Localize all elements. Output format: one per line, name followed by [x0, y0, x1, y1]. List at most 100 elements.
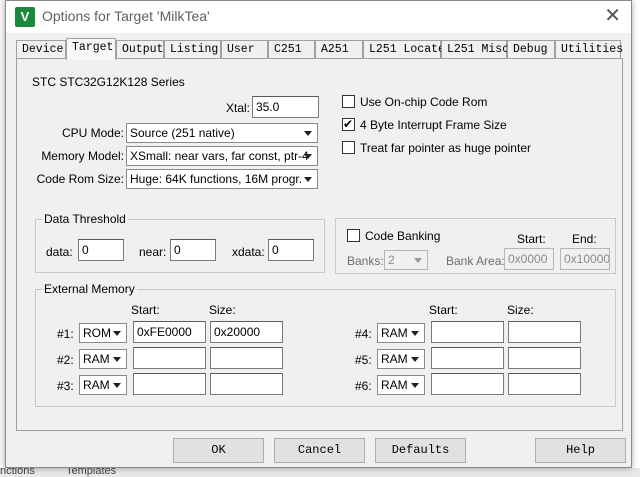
tab-utilities[interactable]: Utilities: [555, 40, 623, 59]
ext-type-value-5: RAM: [381, 352, 408, 366]
use-onchip-rom-label: Use On-chip Code Rom: [360, 95, 488, 109]
ext-start-input-2[interactable]: [133, 347, 206, 369]
ext-size-input-6[interactable]: [508, 373, 581, 395]
ext-row-label-6: #6:: [355, 379, 372, 393]
banks-value: 2: [388, 253, 395, 267]
chevron-down-icon: [411, 253, 425, 267]
banks-label: Banks:: [347, 254, 384, 268]
ext-type-select-3[interactable]: RAM: [79, 375, 127, 395]
ext-type-select-5[interactable]: RAM: [377, 349, 425, 369]
xtal-input[interactable]: 35.0: [252, 96, 319, 118]
tab-listing[interactable]: Listing: [164, 40, 221, 59]
data-input[interactable]: 0: [78, 239, 124, 261]
external-memory-group: External Memory Start: Size: Start: Size…: [35, 282, 616, 407]
ext-type-select-2[interactable]: RAM: [79, 349, 127, 369]
ext-size-input-4[interactable]: [508, 321, 581, 343]
cpu-mode-select[interactable]: Source (251 native): [126, 123, 318, 143]
interrupt-frame-label: 4 Byte Interrupt Frame Size: [360, 118, 507, 132]
ext-start-header-left: Start:: [131, 303, 160, 317]
xtal-label: Xtal:: [225, 101, 250, 115]
chevron-down-icon: [301, 149, 315, 163]
ext-start-input-1[interactable]: 0xFE0000: [133, 321, 206, 343]
tab-user[interactable]: User: [221, 40, 268, 59]
ext-type-select-4[interactable]: RAM: [377, 323, 425, 343]
chevron-down-icon: [110, 326, 124, 340]
chevron-down-icon: [110, 352, 124, 366]
window-title: Options for Target 'MilkTea': [42, 8, 210, 24]
cpu-mode-value: Source (251 native): [130, 126, 235, 140]
tab-device[interactable]: Device: [16, 40, 66, 59]
ext-size-input-2[interactable]: [210, 347, 283, 369]
chevron-down-icon: [408, 378, 422, 392]
ext-size-input-5[interactable]: [508, 347, 581, 369]
tab-l251-locate[interactable]: L251 Locate: [363, 40, 445, 59]
ok-button[interactable]: OK: [173, 438, 264, 463]
tab-a251[interactable]: A251: [315, 40, 363, 59]
code-rom-size-value: Huge: 64K functions, 16M progr.: [130, 172, 303, 186]
title-bar: V Options for Target 'MilkTea' ✕: [6, 1, 631, 33]
use-onchip-rom-checkbox[interactable]: [342, 95, 355, 108]
ext-start-header-right: Start:: [429, 303, 458, 317]
background-editor-strip: [632, 0, 640, 477]
ext-row-label-1: #1:: [57, 327, 74, 341]
tab-debug[interactable]: Debug: [507, 40, 555, 59]
external-memory-legend: External Memory: [42, 282, 137, 296]
memory-model-value: XSmall: near vars, far const, ptr-4: [130, 149, 309, 163]
background-tab-functions: nctions: [0, 468, 35, 477]
cpu-mode-label: CPU Mode:: [61, 126, 124, 140]
banks-select[interactable]: 2: [384, 250, 428, 270]
chevron-down-icon: [408, 352, 422, 366]
ext-start-input-6[interactable]: [431, 373, 504, 395]
bank-area-label: Bank Area:: [446, 254, 505, 268]
ext-start-input-4[interactable]: [431, 321, 504, 343]
bank-start-header: Start:: [517, 232, 546, 246]
ext-start-input-5[interactable]: [431, 347, 504, 369]
bank-end-input[interactable]: 0x10000: [560, 248, 610, 270]
target-panel: STC STC32G12K128 Series Xtal: 35.0 CPU M…: [16, 58, 623, 431]
device-name: STC STC32G12K128 Series: [32, 75, 185, 89]
background-tab-templates: Templates: [66, 468, 117, 477]
ext-row-label-4: #4:: [355, 327, 372, 341]
ext-size-input-3[interactable]: [210, 373, 283, 395]
ext-size-input-1[interactable]: 0x20000: [210, 321, 283, 343]
far-pointer-checkbox[interactable]: [342, 141, 355, 154]
bank-end-header: End:: [572, 232, 597, 246]
near-input[interactable]: 0: [170, 239, 216, 261]
background-bottom-tabs: nctions Templates: [0, 468, 640, 477]
ext-size-header-right: Size:: [507, 303, 534, 317]
data-threshold-group: Data Threshold data: 0 near: 0 xdata: 0: [35, 212, 325, 273]
options-dialog: V Options for Target 'MilkTea' ✕ Device …: [5, 0, 632, 468]
chevron-down-icon: [301, 126, 315, 140]
cancel-button[interactable]: Cancel: [274, 438, 365, 463]
code-rom-size-select[interactable]: Huge: 64K functions, 16M progr.: [126, 169, 318, 189]
ext-type-value-3: RAM: [83, 378, 110, 392]
memory-model-select[interactable]: XSmall: near vars, far const, ptr-4: [126, 146, 318, 166]
ext-row-label-5: #5:: [355, 353, 372, 367]
ext-type-select-6[interactable]: RAM: [377, 375, 425, 395]
ext-start-input-3[interactable]: [133, 373, 206, 395]
ext-size-header-left: Size:: [209, 303, 236, 317]
xdata-input[interactable]: 0: [268, 239, 314, 261]
code-banking-checkbox[interactable]: [347, 229, 360, 242]
tab-output[interactable]: Output: [116, 40, 164, 59]
help-button[interactable]: Help: [535, 438, 626, 463]
data-threshold-legend: Data Threshold: [42, 212, 128, 226]
chevron-down-icon: [408, 326, 422, 340]
bank-start-input[interactable]: 0x0000: [504, 248, 554, 270]
code-banking-label: Code Banking: [365, 229, 441, 243]
chevron-down-icon: [301, 172, 315, 186]
close-icon[interactable]: ✕: [604, 4, 621, 28]
ext-type-value-2: RAM: [83, 352, 110, 366]
tab-target[interactable]: Target: [66, 38, 116, 60]
ext-type-select-1[interactable]: ROM: [79, 323, 127, 343]
tab-c251[interactable]: C251: [268, 40, 315, 59]
xdata-label: xdata:: [232, 245, 265, 259]
interrupt-frame-checkbox[interactable]: [342, 116, 355, 132]
ext-type-value-1: ROM: [83, 326, 111, 340]
ext-row-label-3: #3:: [57, 379, 74, 393]
far-pointer-label: Treat far pointer as huge pointer: [360, 141, 531, 155]
data-label: data:: [46, 245, 73, 259]
defaults-button[interactable]: Defaults: [375, 438, 466, 463]
tab-l251-misc[interactable]: L251 Misc: [441, 40, 509, 59]
keil-app-icon: V: [15, 7, 35, 27]
